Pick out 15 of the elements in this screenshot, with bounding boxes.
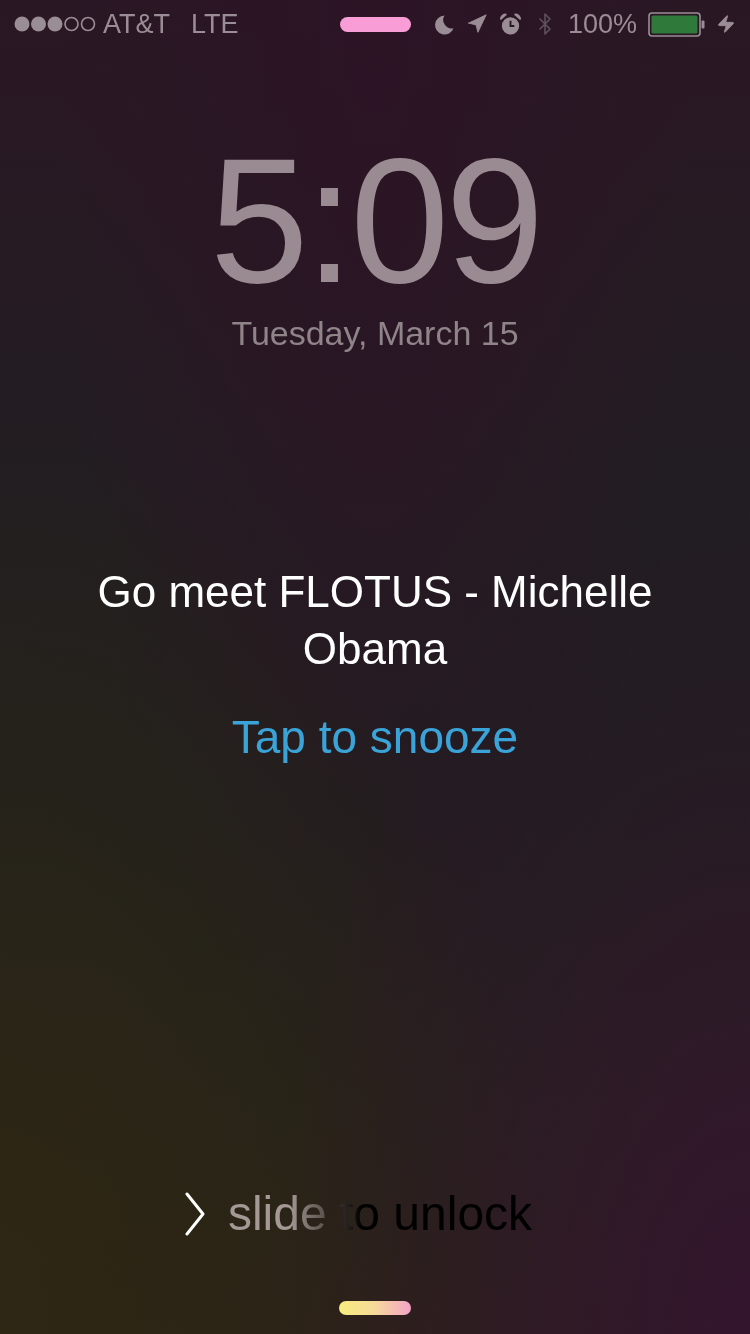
signal-dots-icon bbox=[14, 16, 96, 32]
battery-percent: 100% bbox=[567, 10, 637, 38]
alarm-title: Go meet FLOTUS - Michelle Obama bbox=[96, 566, 654, 675]
time-display: 5:09 bbox=[209, 132, 541, 310]
notification-pull-handle[interactable] bbox=[339, 16, 411, 32]
location-arrow-icon bbox=[465, 13, 488, 35]
date-label: Tuesday, March 15 bbox=[231, 316, 519, 350]
network-type: LTE bbox=[191, 10, 239, 38]
moon-icon bbox=[433, 13, 455, 35]
control-center-handle[interactable] bbox=[339, 1301, 411, 1315]
carrier-name: AT&T bbox=[103, 10, 170, 38]
chevron-icon bbox=[183, 1192, 206, 1236]
battery-icon bbox=[648, 11, 705, 37]
charging-bolt-icon bbox=[716, 14, 736, 34]
alarm-clock-icon bbox=[498, 12, 522, 36]
